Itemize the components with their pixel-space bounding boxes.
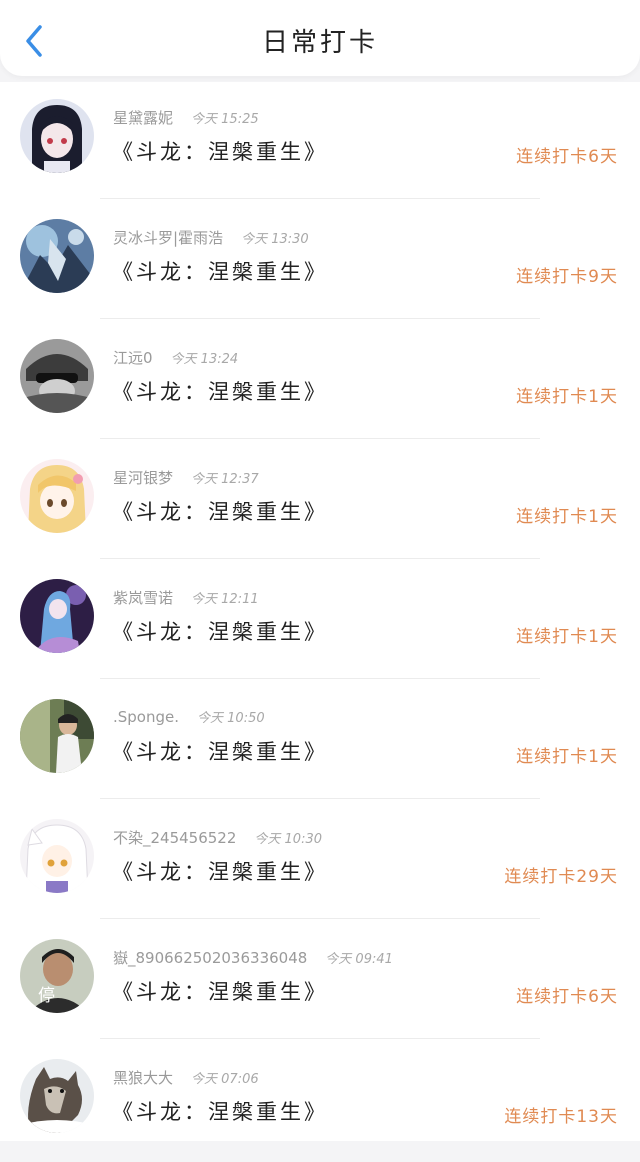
list-item[interactable]: 不染_245456522 今天 10:30 《斗龙：涅槃重生》 连续打卡29天 — [0, 802, 640, 922]
divider — [100, 558, 540, 559]
user-name: 紫岚雪诺 今天 12:11 — [113, 589, 259, 607]
book-title: 《斗龙：涅槃重生》 — [112, 140, 328, 164]
avatar[interactable] — [20, 699, 94, 773]
streak-label: 连续打卡6天 — [516, 987, 618, 1007]
checkin-time: 今天 15:25 — [191, 112, 259, 127]
divider — [100, 198, 540, 199]
book-title: 《斗龙：涅槃重生》 — [112, 260, 328, 284]
divider — [100, 798, 540, 799]
checkin-time: 今天 07:06 — [191, 1072, 259, 1087]
book-title: 《斗龙：涅槃重生》 — [112, 860, 328, 884]
book-title: 《斗龙：涅槃重生》 — [112, 1100, 328, 1124]
user-name: 星河银梦 今天 12:37 — [113, 469, 259, 487]
checkin-time: 今天 12:11 — [191, 592, 259, 607]
avatar[interactable] — [20, 219, 94, 293]
checkin-list: 星黛露妮 今天 15:25 《斗龙：涅槃重生》 连续打卡6天 灵冰斗罗|霍雨浩 今天… — [0, 82, 640, 1141]
list-item[interactable]: 紫岚雪诺 今天 12:11 《斗龙：涅槃重生》 连续打卡1天 — [0, 562, 640, 682]
streak-label: 连续打卡13天 — [504, 1107, 618, 1127]
avatar[interactable] — [20, 579, 94, 653]
book-title: 《斗龙：涅槃重生》 — [112, 740, 328, 764]
user-name: 江远0 今天 13:24 — [113, 349, 239, 367]
avatar-overlay-text: 停 — [38, 986, 55, 1006]
streak-label: 连续打卡29天 — [504, 867, 618, 887]
checkin-time: 今天 12:37 — [191, 472, 259, 487]
avatar[interactable] — [20, 819, 94, 893]
user-name: 嶽_890662502036336048 今天 09:41 — [113, 949, 393, 967]
list-item[interactable]: 星河银梦 今天 12:37 《斗龙：涅槃重生》 连续打卡1天 — [0, 442, 640, 562]
divider — [100, 678, 540, 679]
book-title: 《斗龙：涅槃重生》 — [112, 620, 328, 644]
list-item[interactable]: 星黛露妮 今天 15:25 《斗龙：涅槃重生》 连续打卡6天 — [0, 82, 640, 202]
avatar[interactable] — [20, 459, 94, 533]
avatar[interactable] — [20, 339, 94, 413]
divider — [100, 918, 540, 919]
streak-label: 连续打卡1天 — [516, 507, 618, 527]
book-title: 《斗龙：涅槃重生》 — [112, 980, 328, 1004]
list-item[interactable]: .Sponge. 今天 10:50 《斗龙：涅槃重生》 连续打卡1天 — [0, 682, 640, 802]
checkin-time: 今天 09:41 — [325, 952, 393, 967]
list-item[interactable]: 停 嶽_890662502036336048 今天 09:41 《斗龙：涅槃重生》… — [0, 922, 640, 1042]
user-name: .Sponge. 今天 10:50 — [113, 708, 265, 726]
checkin-time: 今天 10:50 — [197, 711, 265, 726]
user-name: 不染_245456522 今天 10:30 — [113, 829, 323, 847]
divider — [100, 1038, 540, 1039]
user-name: 黑狼大大 今天 07:06 — [113, 1069, 259, 1087]
streak-label: 连续打卡6天 — [516, 147, 618, 167]
list-item[interactable]: 灵冰斗罗|霍雨浩 今天 13:30 《斗龙：涅槃重生》 连续打卡9天 — [0, 202, 640, 322]
divider — [100, 438, 540, 439]
book-title: 《斗龙：涅槃重生》 — [112, 380, 328, 404]
streak-label: 连续打卡9天 — [516, 267, 618, 287]
checkin-time: 今天 13:24 — [170, 352, 239, 367]
user-name: 星黛露妮 今天 15:25 — [113, 109, 259, 127]
avatar[interactable]: 停 — [20, 939, 94, 1013]
book-title: 《斗龙：涅槃重生》 — [112, 500, 328, 524]
user-name: 灵冰斗罗|霍雨浩 今天 13:30 — [113, 229, 309, 247]
checkin-time: 今天 10:30 — [254, 832, 323, 847]
divider — [100, 318, 540, 319]
list-item[interactable]: 江远0 今天 13:24 《斗龙：涅槃重生》 连续打卡1天 — [0, 322, 640, 442]
streak-label: 连续打卡1天 — [516, 387, 618, 407]
streak-label: 连续打卡1天 — [516, 747, 618, 767]
streak-label: 连续打卡1天 — [516, 627, 618, 647]
page-title: 日常打卡 — [261, 28, 378, 58]
checkin-time: 今天 13:30 — [241, 232, 309, 247]
avatar[interactable] — [20, 99, 94, 173]
list-item[interactable]: 黑狼大大 今天 07:06 《斗龙：涅槃重生》 连续打卡13天 — [0, 1042, 640, 1162]
avatar[interactable] — [20, 1059, 94, 1133]
top-bar: 日常打卡 — [0, 0, 640, 76]
